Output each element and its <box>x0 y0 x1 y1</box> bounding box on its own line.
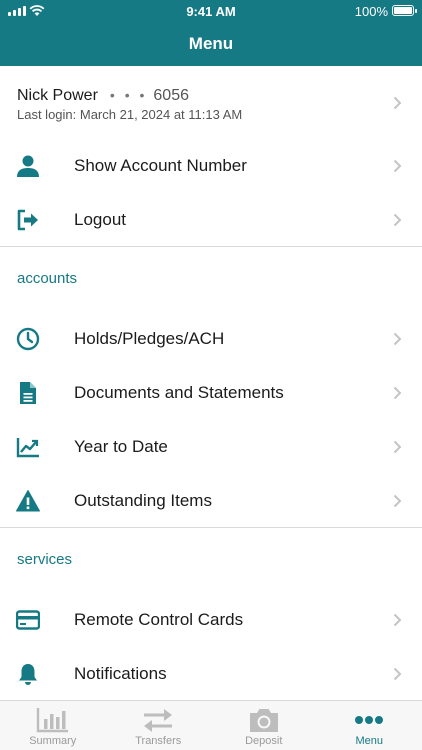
person-icon <box>17 155 39 177</box>
page-title: Menu <box>188 34 234 53</box>
chart-trend-icon <box>16 438 39 458</box>
status-bar: 9:41 AM 100% <box>0 0 422 24</box>
chevron-right-icon <box>393 494 402 508</box>
remote-control-cards-label: Remote Control Cards <box>74 610 244 629</box>
battery-icon <box>392 5 417 16</box>
chevron-right-icon <box>393 440 402 454</box>
masked-dots: • • • <box>109 87 148 103</box>
holds-pledges-ach-label: Holds/Pledges/ACH <box>74 329 225 348</box>
logout-label: Logout <box>74 210 126 229</box>
show-account-number-item[interactable]: Show Account Number <box>0 139 422 193</box>
camera-icon <box>249 709 278 732</box>
app-header: 9:41 AM 100% Menu <box>0 0 422 66</box>
tab-summary[interactable]: Summary <box>0 701 106 750</box>
chevron-right-icon <box>393 613 402 627</box>
chevron-right-icon <box>393 213 402 227</box>
services-section-heading: services <box>17 551 73 568</box>
tab-menu-label: Menu <box>355 735 384 747</box>
tab-transfers-label: Transfers <box>135 735 182 747</box>
year-to-date-item[interactable]: Year to Date <box>0 420 422 474</box>
tab-bar: Summary Transfers Deposit Menu <box>0 700 422 750</box>
bell-icon <box>19 664 37 685</box>
holds-pledges-ach-item[interactable]: Holds/Pledges/ACH <box>0 312 422 366</box>
chevron-right-icon <box>393 332 402 346</box>
chevron-right-icon <box>393 667 402 681</box>
outstanding-items-item[interactable]: Outstanding Items <box>0 474 422 528</box>
logout-item[interactable]: Logout <box>0 193 422 247</box>
notifications-item[interactable]: Notifications <box>0 647 422 701</box>
tab-transfers[interactable]: Transfers <box>106 701 212 750</box>
logout-icon <box>17 209 38 231</box>
document-icon <box>20 382 36 404</box>
user-account-row[interactable]: Nick Power • • • 6056 Last login: March 21… <box>0 66 422 138</box>
user-name-row: Nick Power • • • 6056 <box>17 87 189 105</box>
account-suffix: 6056 <box>153 87 189 104</box>
year-to-date-label: Year to Date <box>74 437 168 456</box>
notifications-label: Notifications <box>74 664 167 683</box>
divider <box>0 246 422 247</box>
tab-deposit-label: Deposit <box>245 735 283 747</box>
accounts-section-heading: accounts <box>17 270 78 287</box>
remote-control-cards-item[interactable]: Remote Control Cards <box>0 593 422 647</box>
tab-deposit[interactable]: Deposit <box>211 701 317 750</box>
credit-card-icon <box>16 610 40 630</box>
warning-icon <box>16 490 40 512</box>
chevron-right-icon <box>393 386 402 400</box>
chevron-right-icon <box>393 159 402 173</box>
chevron-right-icon <box>393 96 402 110</box>
user-name: Nick Power <box>17 87 98 104</box>
documents-statements-label: Documents and Statements <box>74 383 284 402</box>
bar-chart-icon <box>36 708 68 733</box>
tab-menu[interactable]: Menu <box>317 701 422 750</box>
clock-icon <box>16 327 40 351</box>
divider <box>0 527 422 528</box>
tab-summary-label: Summary <box>29 735 77 747</box>
show-account-number-label: Show Account Number <box>74 156 247 175</box>
more-dots-icon <box>355 716 384 724</box>
last-login-text: Last login: March 21, 2024 at 11:13 AM <box>17 107 243 122</box>
documents-statements-item[interactable]: Documents and Statements <box>0 366 422 420</box>
battery-percent: 100% <box>354 4 388 19</box>
outstanding-items-label: Outstanding Items <box>74 491 212 510</box>
transfer-arrows-icon <box>144 709 173 732</box>
